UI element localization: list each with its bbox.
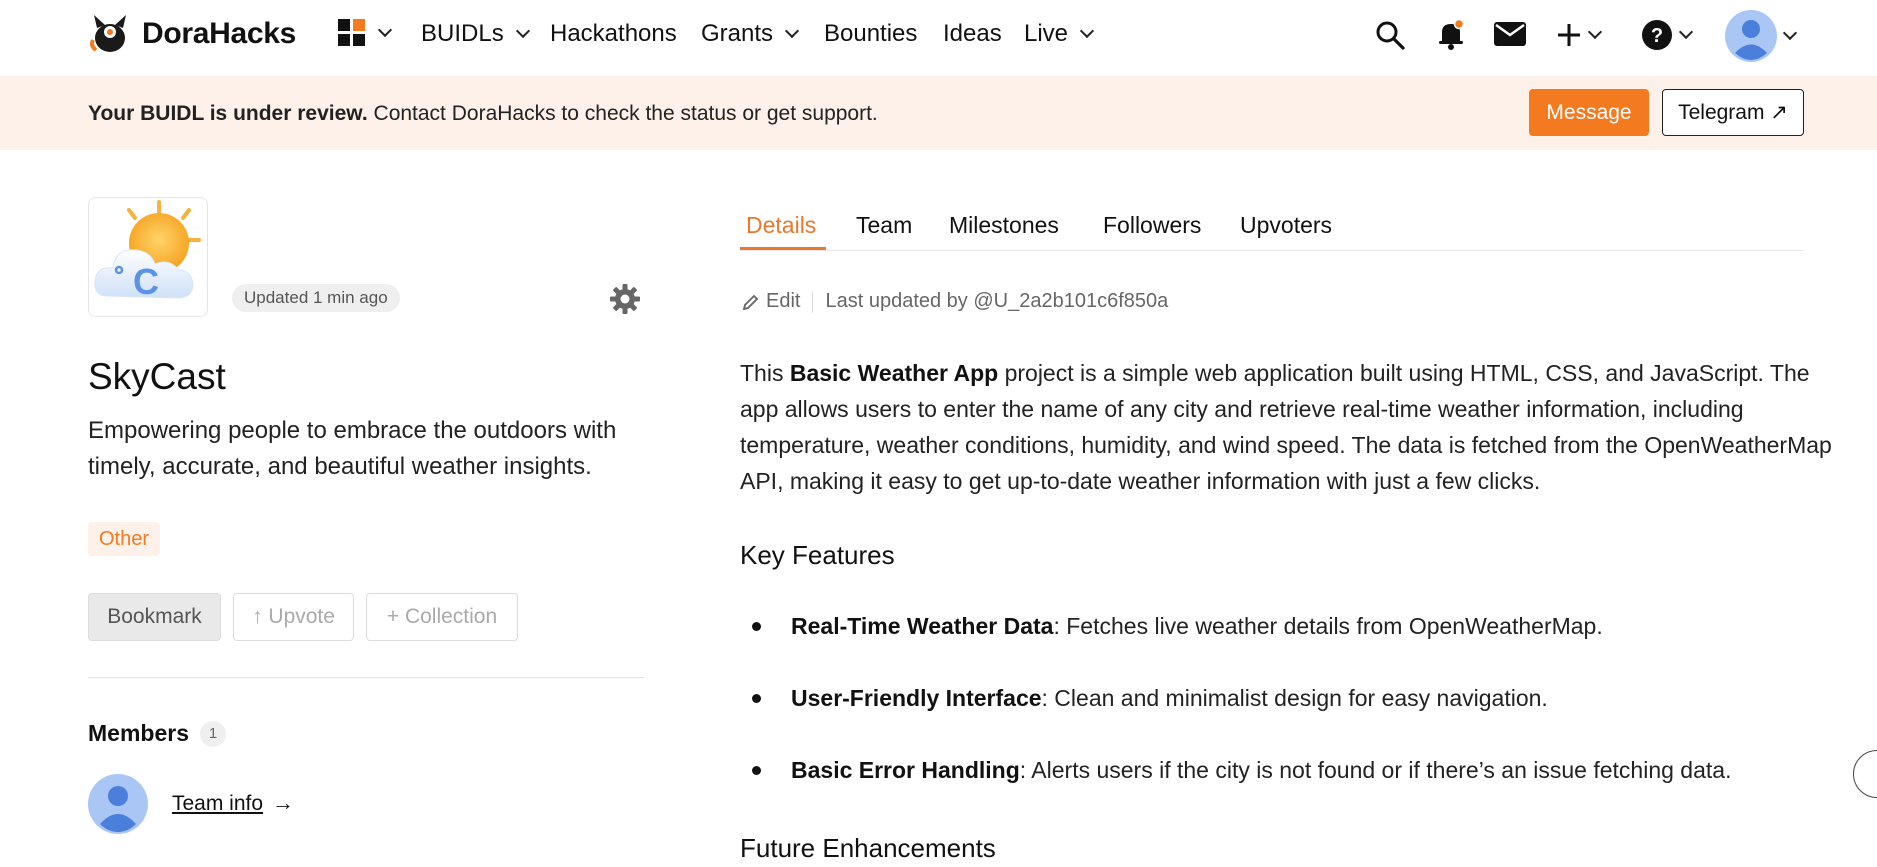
nav-ideas-label: Ideas [943,20,1002,47]
desc-pre: This [740,360,790,386]
chevron-down-icon [1678,24,1694,40]
review-banner: Your BUIDL is under review. Contact Dora… [0,76,1877,150]
plus-icon [1558,24,1580,46]
feature-desc: : Fetches live weather details from Open… [1053,613,1603,639]
chevron-down-icon [377,22,393,38]
tab-details[interactable]: Details [740,212,822,239]
messages-button[interactable] [1494,22,1526,46]
nav-ideas[interactable]: Ideas [943,20,1002,48]
feature-desc: : Clean and minimalist design for easy n… [1041,685,1548,711]
dorahacks-logo-icon [90,15,126,52]
help-menu[interactable]: ? [1641,19,1694,51]
list-item: Basic Error Handling: Alerts users if th… [752,757,1731,784]
nav-grants-label: Grants [701,20,774,47]
top-nav: DoraHacks BUIDLs Hackathons Grants Bount… [0,0,1877,76]
nav-bounties-label: Bounties [824,20,918,47]
banner-text: Contact DoraHacks to check the status or… [367,102,878,125]
search-icon [1376,21,1405,50]
feature-name: Real-Time Weather Data [791,613,1054,639]
chevron-down-icon [1587,24,1603,40]
brand-logo[interactable]: DoraHacks [88,12,296,56]
nav-live[interactable]: Live [1024,20,1095,48]
bullet [752,766,761,775]
settings-button[interactable] [609,283,641,320]
tab-team[interactable]: Team [850,212,918,239]
avatar [1725,10,1777,62]
apps-menu[interactable] [338,19,393,47]
feature-desc: : Alerts users if the city is not found … [1019,757,1732,783]
message-button[interactable]: Message [1529,89,1649,136]
gear-icon [610,284,640,314]
last-updated-text: Last updated by @U_2a2b101c6f850a [825,290,1169,312]
add-collection-button[interactable]: + Collection [366,593,518,641]
project-tagline: Empowering people to embrace the outdoor… [88,417,617,480]
chevron-down-icon [784,23,800,39]
banner-message: Your BUIDL is under review. Contact Dora… [88,102,878,126]
telegram-button[interactable]: Telegram ↗ [1662,89,1804,136]
side-widget-button[interactable] [1853,750,1877,798]
tab-upvoters[interactable]: Upvoters [1234,212,1338,239]
updated-badge: Updated 1 min ago [232,284,400,312]
user-menu[interactable] [1725,10,1798,62]
nav-grants[interactable]: Grants [701,20,800,48]
nav-hackathons[interactable]: Hackathons [550,20,677,48]
notifications-button[interactable] [1436,18,1466,50]
banner-bold-text: Your BUIDL is under review. [88,102,368,125]
arrow-right-icon: → [272,790,294,815]
project-description: This Basic Weather App project is a simp… [740,355,1840,499]
edit-row: Edit Last updated by @U_2a2b101c6f850a [742,290,1168,313]
edit-label: Edit [766,290,801,312]
chevron-down-icon [1782,25,1798,41]
list-item: User-Friendly Interface: Clean and minim… [752,685,1548,712]
bell-icon [1439,18,1465,50]
tab-milestones[interactable]: Milestones [943,212,1065,239]
svg-text:C: C [133,261,159,302]
nav-buidls[interactable]: BUIDLs [421,20,530,48]
create-menu[interactable] [1556,22,1603,48]
mail-icon [1494,22,1526,46]
upvote-button[interactable]: ↑ Upvote [233,593,354,641]
svg-text:?: ? [1651,25,1663,47]
future-enhancements-heading: Future Enhancements [740,833,996,863]
nav-buidls-label: BUIDLs [421,20,504,47]
active-tab-indicator [740,247,826,250]
avatar [88,774,148,834]
key-features-heading: Key Features [740,540,895,570]
search-button[interactable] [1375,20,1405,50]
members-count-badge: 1 [200,721,226,747]
tab-followers[interactable]: Followers [1097,212,1207,239]
chevron-down-icon [515,23,530,39]
chevron-down-icon [1079,23,1095,39]
project-title: SkyCast [88,356,226,397]
brand-name: DoraHacks [142,17,297,50]
category-tag[interactable]: Other [88,522,161,556]
bookmark-button[interactable]: Bookmark [88,593,221,641]
help-icon: ? [1642,20,1672,50]
nav-hackathons-label: Hackathons [550,20,677,47]
separator [812,290,814,313]
weather-cloud-sun-icon: C [94,200,201,302]
members-heading: Members [88,720,189,746]
nav-live-label: Live [1024,20,1069,47]
list-item: Real-Time Weather Data: Fetches live wea… [752,613,1603,640]
member-avatar[interactable] [88,774,148,834]
project-logo: C [88,197,208,317]
team-info-link[interactable]: Team info [172,792,263,816]
feature-name: User-Friendly Interface [791,685,1042,711]
divider [88,677,644,678]
feature-name: Basic Error Handling [791,757,1020,783]
bullet [752,694,761,703]
edit-button[interactable]: Edit [742,290,800,313]
nav-bounties[interactable]: Bounties [824,20,917,48]
bullet [752,622,761,631]
buidl-tabs: Details Team Milestones Followers Upvote… [740,208,1804,251]
desc-bold: Basic Weather App [789,360,999,386]
apps-grid-icon [338,19,365,46]
pencil-icon [742,294,759,310]
